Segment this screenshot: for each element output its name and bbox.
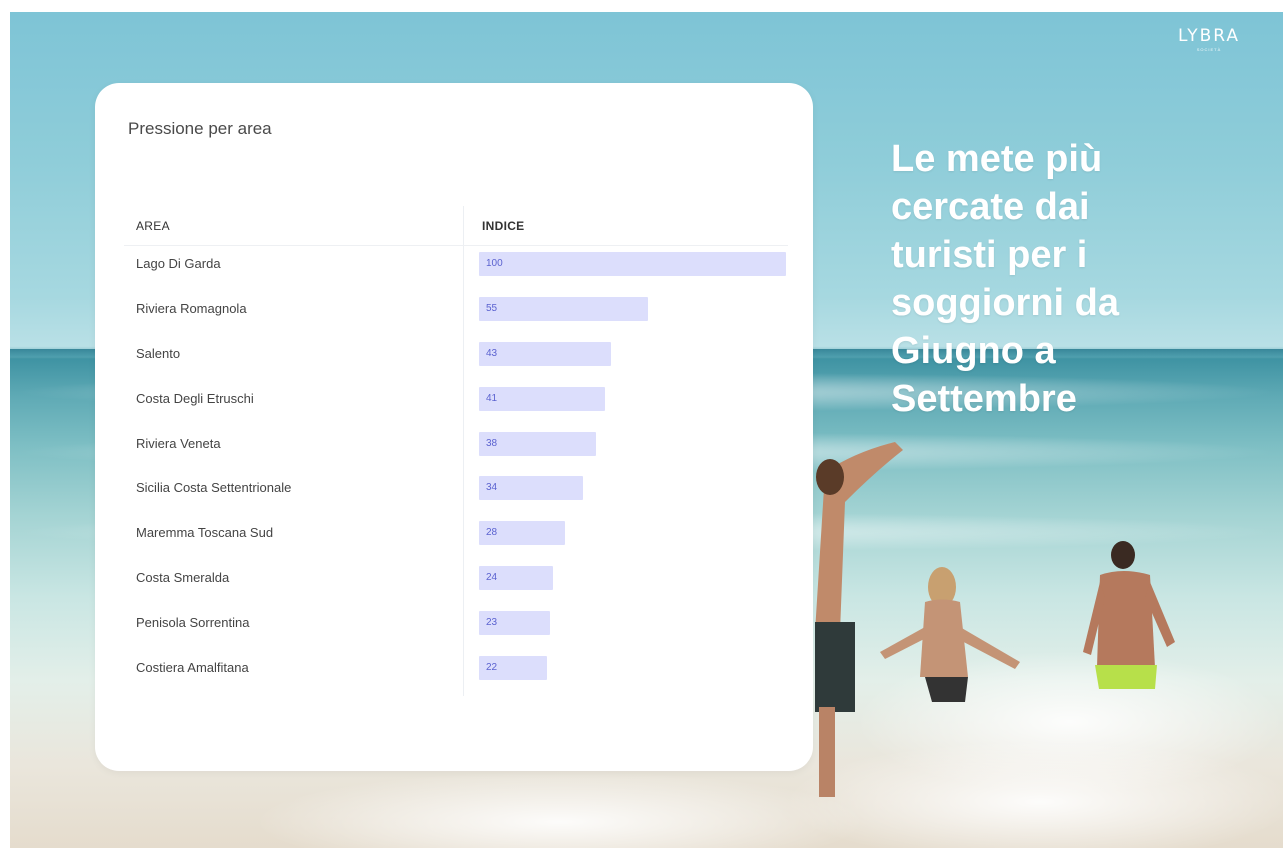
page-headline: Le mete più cercate dai turisti per i so… <box>891 138 1119 420</box>
index-value-label: 43 <box>486 347 498 359</box>
index-value-label: 23 <box>486 617 498 629</box>
brand-logo: LYBRA SOCIETÀ <box>1178 26 1240 52</box>
index-value-label: 24 <box>486 572 498 584</box>
running-man-figure <box>1083 541 1175 689</box>
index-value-label: 55 <box>486 302 498 314</box>
table-row: Riviera Veneta 38 <box>124 426 788 471</box>
area-name: Costa Smeralda <box>136 570 230 586</box>
index-value-label: 22 <box>486 662 498 674</box>
logo-wordmark: LYBRA <box>1177 26 1240 46</box>
table-row: Costa Smeralda 24 <box>124 560 788 605</box>
index-value-label: 34 <box>486 482 498 494</box>
area-name: Costiera Amalfitana <box>136 660 249 676</box>
table-row: Salento 43 <box>124 336 788 381</box>
area-name: Maremma Toscana Sud <box>136 525 274 541</box>
area-name: Riviera Veneta <box>136 435 221 451</box>
chart-card: Pressione per area AREA INDICE Lago Di G… <box>95 83 813 771</box>
area-name: Salento <box>136 345 181 361</box>
index-value-label: 28 <box>486 527 498 539</box>
index-bar <box>479 252 786 276</box>
area-pressure-table: AREA INDICE Lago Di Garda 100 Riviera Roma… <box>124 206 788 696</box>
table-body: Lago Di Garda 100 Riviera Romagnola 55 Salen… <box>124 246 788 695</box>
table-row: Sicilia Costa Settentrionale 34 <box>124 470 788 515</box>
area-name: Sicilia Costa Settentrionale <box>136 480 292 496</box>
column-header-area: AREA <box>136 219 170 233</box>
table-row: Penisola Sorrentina 23 <box>124 605 788 650</box>
area-name: Costa Degli Etruschi <box>136 390 254 406</box>
index-value-label: 41 <box>486 392 498 404</box>
splash-foam <box>260 772 860 848</box>
table-row: Lago Di Garda 100 <box>124 246 788 291</box>
area-name: Lago Di Garda <box>136 256 221 271</box>
index-bar <box>479 296 648 321</box>
table-header: AREA INDICE <box>124 206 788 246</box>
running-woman-figure <box>880 567 1020 702</box>
table-row: Costiera Amalfitana 22 <box>124 650 788 695</box>
index-value-label: 38 <box>486 437 498 449</box>
table-row: Costa Degli Etruschi 41 <box>124 381 788 426</box>
table-row: Riviera Romagnola 55 <box>124 291 788 336</box>
area-name: Penisola Sorrentina <box>136 615 250 631</box>
column-header-index: INDICE <box>482 219 525 233</box>
index-value-label: 100 <box>486 258 503 269</box>
logo-subtext: SOCIETÀ <box>1196 47 1222 52</box>
index-bar <box>479 341 611 366</box>
table-row: Maremma Toscana Sud 28 <box>124 515 788 560</box>
area-name: Riviera Romagnola <box>136 300 247 316</box>
chart-title: Pressione per area <box>128 119 272 138</box>
index-bar <box>479 386 605 411</box>
